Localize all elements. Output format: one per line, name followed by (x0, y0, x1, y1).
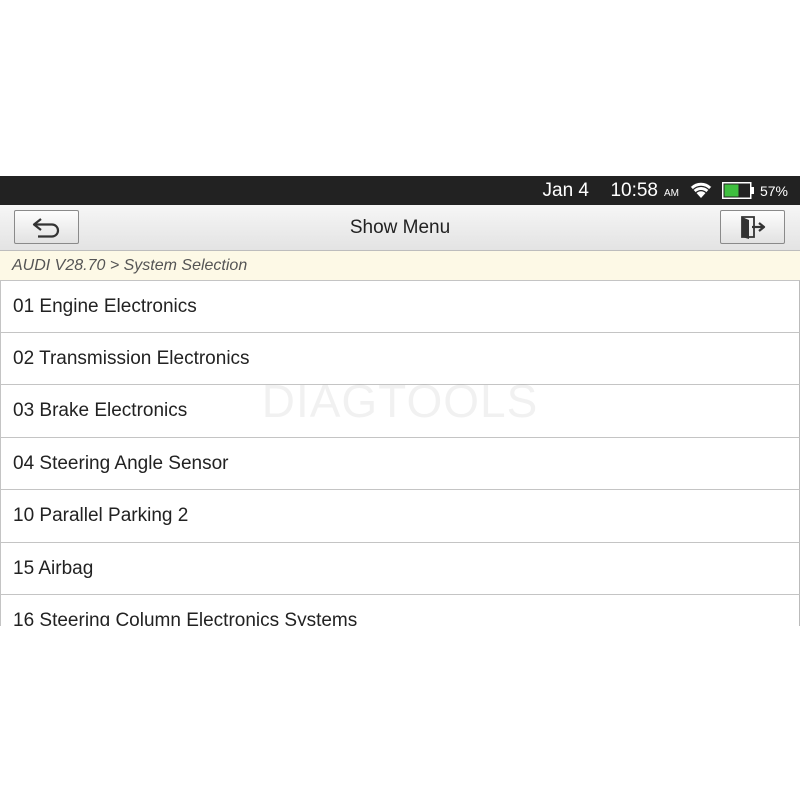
exit-button[interactable] (720, 210, 785, 244)
list-item-label: 04 Steering Angle Sensor (13, 452, 229, 474)
battery-percent: 57% (759, 183, 788, 199)
exit-door-icon (740, 216, 765, 239)
system-list: 01 Engine Electronics 02 Transmission El… (0, 280, 800, 626)
list-item[interactable]: 01 Engine Electronics (0, 280, 800, 333)
breadcrumb: AUDI V28.70 > System Selection (0, 251, 800, 281)
list-item-label: 10 Parallel Parking 2 (13, 505, 189, 526)
list-item[interactable]: 10 Parallel Parking 2 (0, 490, 800, 543)
list-item[interactable]: 16 Steering Column Electronics Systems (0, 595, 800, 626)
status-bar: Jan 4 10:58 AM 57% (0, 176, 800, 205)
status-ampm: AM (664, 188, 679, 199)
battery-icon (722, 182, 754, 199)
toolbar: Show Menu (0, 205, 800, 251)
app-screen: Jan 4 10:58 AM 57% Show Menu AUDI V28.70… (0, 176, 800, 626)
list-item-label: 03 Brake Electronics (13, 400, 188, 421)
list-item-label: 02 Transmission Electronics (13, 347, 250, 369)
list-item-label: 16 Steering Column Electronics Systems (13, 610, 358, 626)
list-item[interactable]: 03 Brake Electronics (0, 385, 800, 438)
status-time: 10:58 (610, 180, 658, 201)
list-item-label: 01 Engine Electronics (13, 296, 197, 317)
list-item[interactable]: 04 Steering Angle Sensor (0, 437, 800, 490)
status-date: Jan 4 (542, 180, 589, 201)
breadcrumb-text: AUDI V28.70 > System Selection (12, 257, 248, 274)
list-item-label: 15 Airbag (13, 557, 94, 579)
wifi-icon (690, 181, 712, 198)
list-item[interactable]: 15 Airbag (0, 542, 800, 595)
battery-fill (724, 184, 739, 197)
page-title: Show Menu (349, 217, 451, 238)
list-item[interactable]: 02 Transmission Electronics (0, 332, 800, 385)
